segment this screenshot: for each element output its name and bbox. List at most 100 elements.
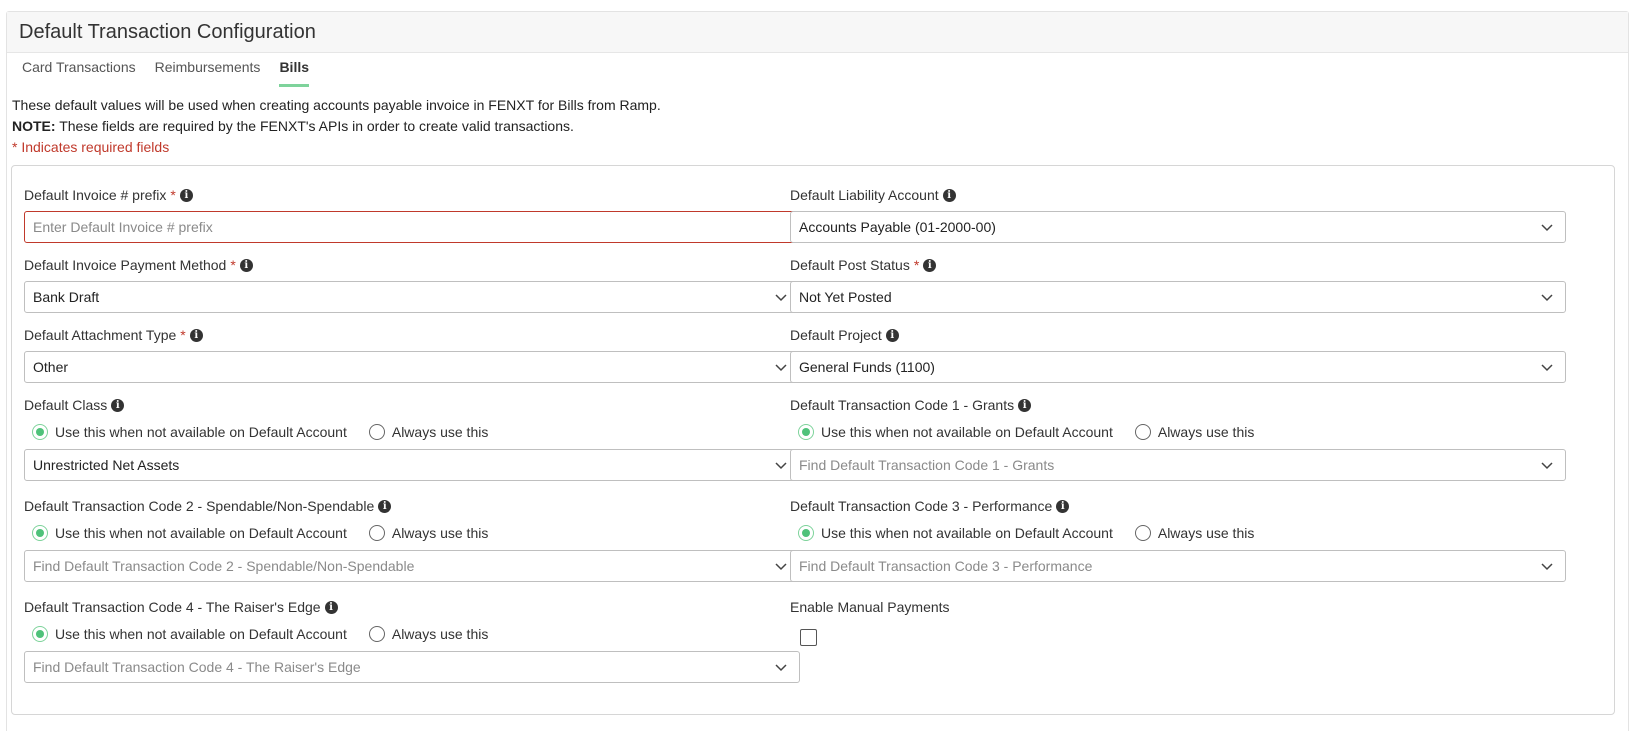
field-txn-code-1: Default Transaction Code 1 - Grants i Us… xyxy=(790,395,1566,481)
tab-card-transactions[interactable]: Card Transactions xyxy=(22,55,136,87)
liability-account-select[interactable]: Accounts Payable (01-2000-00) xyxy=(790,211,1566,243)
select-placeholder: Find Default Transaction Code 2 - Spenda… xyxy=(33,558,415,574)
radio-always-use[interactable]: Always use this xyxy=(1134,525,1255,541)
info-icon[interactable]: i xyxy=(239,258,253,272)
note-label: NOTE: xyxy=(12,118,56,134)
radio-label: Use this when not available on Default A… xyxy=(821,525,1113,541)
tab-bills[interactable]: Bills xyxy=(279,55,310,87)
invoice-prefix-input[interactable]: Enter Default Invoice # prefix xyxy=(24,211,800,243)
txn-code-3-select[interactable]: Find Default Transaction Code 3 - Perfor… xyxy=(790,550,1566,582)
txn-code-3-radio-group: Use this when not available on Default A… xyxy=(790,518,1566,548)
field-label: Default Attachment Type * i xyxy=(24,325,800,345)
info-icon[interactable]: i xyxy=(1056,499,1070,513)
required-legend: * Indicates required fields xyxy=(12,139,170,155)
select-value: Unrestricted Net Assets xyxy=(33,457,180,473)
project-select[interactable]: General Funds (1100) xyxy=(790,351,1566,383)
chevron-down-icon xyxy=(1541,294,1553,302)
info-icon[interactable]: i xyxy=(189,328,203,342)
txn-code-4-select[interactable]: Find Default Transaction Code 4 - The Ra… xyxy=(24,651,800,683)
info-icon[interactable]: i xyxy=(923,258,937,272)
manual-payments-checkbox[interactable] xyxy=(800,629,817,646)
radio-label: Use this when not available on Default A… xyxy=(55,525,347,541)
radio-always-use[interactable]: Always use this xyxy=(368,626,488,642)
radio-label: Always use this xyxy=(1157,525,1255,541)
chevron-down-icon xyxy=(775,364,787,372)
txn-code-1-radio-group: Use this when not available on Default A… xyxy=(790,417,1566,447)
class-select[interactable]: Unrestricted Net Assets xyxy=(24,449,800,481)
info-icon[interactable]: i xyxy=(942,188,956,202)
select-value: Not Yet Posted xyxy=(799,289,892,305)
select-placeholder: Find Default Transaction Code 4 - The Ra… xyxy=(33,659,361,675)
class-radio-group: Use this when not available on Default A… xyxy=(24,417,800,447)
radio-label: Use this when not available on Default A… xyxy=(821,424,1113,440)
radio-use-when-not-available[interactable]: Use this when not available on Default A… xyxy=(32,626,347,642)
field-label: Default Transaction Code 4 - The Raiser'… xyxy=(24,597,800,617)
info-icon[interactable]: i xyxy=(378,499,392,513)
chevron-down-icon xyxy=(775,664,787,672)
select-value: Other xyxy=(33,359,69,375)
radio-label: Use this when not available on Default A… xyxy=(55,626,347,642)
chevron-down-icon xyxy=(1541,224,1553,232)
post-status-select[interactable]: Not Yet Posted xyxy=(790,281,1566,313)
radio-circle xyxy=(798,424,814,440)
field-txn-code-3: Default Transaction Code 3 - Performance… xyxy=(790,496,1566,582)
field-label-text: Default Attachment Type xyxy=(24,327,177,343)
field-label: Default Invoice Payment Method * i xyxy=(24,255,800,275)
select-placeholder: Find Default Transaction Code 1 - Grants xyxy=(799,457,1055,473)
chevron-down-icon xyxy=(775,462,787,470)
radio-label: Always use this xyxy=(1157,424,1255,440)
note-text: These fields are required by the FENXT's… xyxy=(55,118,574,134)
field-invoice-prefix: Default Invoice # prefix * i Enter Defaul… xyxy=(24,185,800,243)
radio-always-use[interactable]: Always use this xyxy=(368,525,488,541)
field-label-text: Enable Manual Payments xyxy=(790,599,950,615)
required-star: * xyxy=(170,187,176,203)
txn-code-4-radio-group: Use this when not available on Default A… xyxy=(24,619,800,649)
field-project: Default Project i General Funds (1100) xyxy=(790,325,1566,383)
select-value: General Funds (1100) xyxy=(799,359,935,375)
select-placeholder: Find Default Transaction Code 3 - Perfor… xyxy=(799,558,1093,574)
field-label-text: Default Class xyxy=(24,397,108,413)
input-placeholder: Enter Default Invoice # prefix xyxy=(33,219,213,235)
radio-circle xyxy=(1134,525,1151,541)
radio-label: Always use this xyxy=(391,424,489,440)
attachment-type-select[interactable]: Other xyxy=(24,351,800,383)
payment-method-select[interactable]: Bank Draft xyxy=(24,281,800,313)
form-box: Default Invoice # prefix * i Enter Defaul… xyxy=(11,165,1615,715)
field-payment-method: Default Invoice Payment Method * i Bank D… xyxy=(24,255,800,313)
radio-circle xyxy=(32,525,48,541)
chevron-down-icon xyxy=(775,563,787,571)
required-star: * xyxy=(913,257,920,273)
field-label: Default Transaction Code 1 - Grants i xyxy=(790,395,1566,415)
field-label-text: Default Transaction Code 3 - Performance xyxy=(790,498,1053,514)
select-value: Accounts Payable (01-2000-00) xyxy=(799,219,996,235)
field-manual-payments: Enable Manual Payments xyxy=(790,597,1566,646)
required-star: * xyxy=(230,257,236,273)
info-icon[interactable]: i xyxy=(111,398,125,412)
info-text: These default values will be used when c… xyxy=(12,95,661,158)
chevron-down-icon xyxy=(1541,563,1553,571)
field-label: Default Invoice # prefix * i xyxy=(24,185,800,205)
radio-circle xyxy=(368,525,385,541)
chevron-down-icon xyxy=(1541,364,1553,372)
field-label-text: Default Project xyxy=(790,327,882,343)
info-icon[interactable]: i xyxy=(885,328,899,342)
info-icon[interactable]: i xyxy=(1018,398,1032,412)
radio-always-use[interactable]: Always use this xyxy=(368,424,489,440)
radio-always-use[interactable]: Always use this xyxy=(1134,424,1255,440)
info-icon[interactable]: i xyxy=(324,600,338,614)
radio-circle xyxy=(368,424,385,440)
txn-code-1-select[interactable]: Find Default Transaction Code 1 - Grants xyxy=(790,449,1566,481)
field-txn-code-4: Default Transaction Code 4 - The Raiser'… xyxy=(24,597,800,683)
radio-use-when-not-available[interactable]: Use this when not available on Default A… xyxy=(32,424,347,440)
radio-use-when-not-available[interactable]: Use this when not available on Default A… xyxy=(798,525,1113,541)
required-star: * xyxy=(180,327,186,343)
radio-use-when-not-available[interactable]: Use this when not available on Default A… xyxy=(798,424,1113,440)
tab-reimbursements[interactable]: Reimbursements xyxy=(155,55,261,87)
radio-use-when-not-available[interactable]: Use this when not available on Default A… xyxy=(32,525,347,541)
field-class: Default Class i Use this when not availa… xyxy=(24,395,800,481)
txn-code-2-radio-group: Use this when not available on Default A… xyxy=(24,518,800,548)
info-icon[interactable]: i xyxy=(179,188,193,202)
txn-code-2-select[interactable]: Find Default Transaction Code 2 - Spenda… xyxy=(24,550,800,582)
radio-circle xyxy=(798,525,814,541)
panel-title: Default Transaction Configuration xyxy=(7,12,1628,53)
